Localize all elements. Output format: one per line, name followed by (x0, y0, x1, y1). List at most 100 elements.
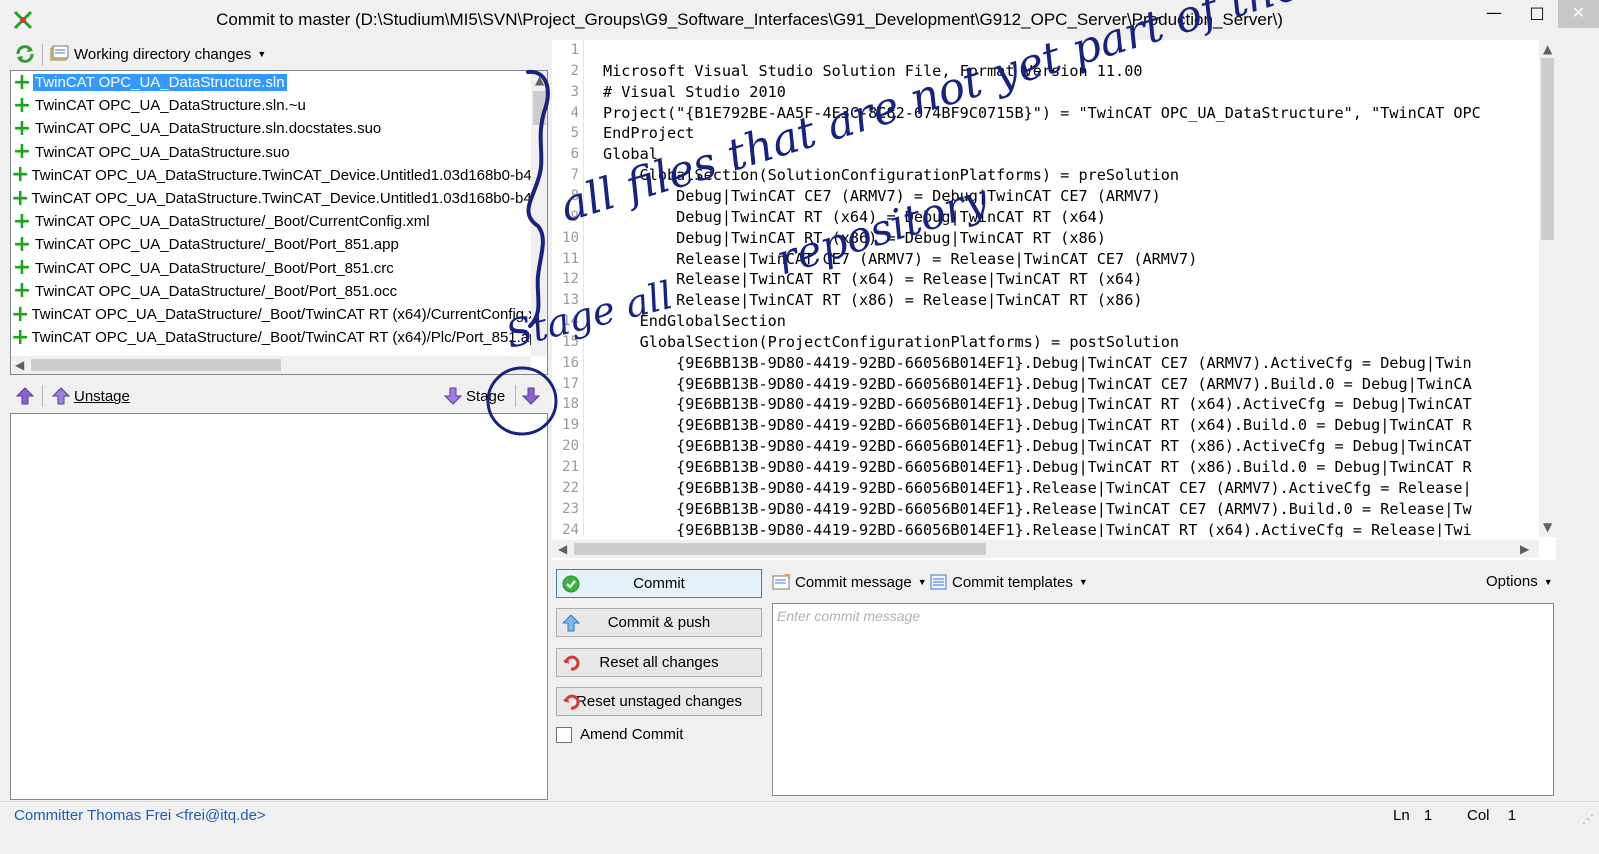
file-name: TwinCAT OPC_UA_DataStructure.sln.~u (35, 97, 306, 115)
line-number: 10 (562, 229, 579, 246)
reset-unstaged-button[interactable]: Reset unstaged changes (556, 687, 762, 716)
scrollbar-thumb[interactable] (574, 543, 986, 555)
unstage-button[interactable]: Unstage (52, 385, 130, 407)
column-indicator: Col 1 (1467, 807, 1516, 824)
file-list-item[interactable]: + TwinCAT OPC_UA_DataStructure.suo (11, 141, 531, 164)
file-list-item[interactable]: + TwinCAT OPC_UA_DataStructure/_Boot/Port… (11, 257, 531, 280)
line-number: 12 (562, 271, 579, 288)
line-indicator: Ln 1 (1393, 807, 1432, 824)
commit-push-button[interactable]: Commit & push (556, 608, 762, 637)
editor-horizontal-scrollbar[interactable]: ◀ ▶ (552, 540, 1539, 558)
added-file-icon: + (12, 140, 32, 164)
code-line: GlobalSection(SolutionConfigurationPlatf… (603, 166, 1180, 185)
resize-grip-icon[interactable]: ⋰ (1582, 812, 1594, 826)
unstage-arrow-up-icon (52, 387, 70, 405)
unstaged-horizontal-scrollbar[interactable]: ◀ (11, 356, 531, 374)
line-number: 18 (562, 396, 579, 413)
file-name: TwinCAT OPC_UA_DataStructure.suo (35, 143, 290, 161)
added-file-icon: + (12, 210, 32, 234)
reset-icon (563, 694, 580, 710)
file-list-item[interactable]: + TwinCAT OPC_UA_DataStructure.sln.docsta… (11, 117, 531, 140)
committer-link[interactable]: Committer Thomas Frei <frei@itq.de> (14, 807, 266, 824)
added-file-icon: + (12, 233, 32, 257)
minimize-button[interactable]: — (1472, 0, 1516, 28)
working-directory-label: Working directory changes (74, 45, 252, 63)
working-directory-icon (50, 45, 69, 61)
commit-message-dropdown[interactable]: Commit message ▼ (772, 573, 927, 591)
scrollbar-thumb[interactable] (31, 359, 281, 371)
file-list-item[interactable]: + TwinCAT OPC_UA_DataStructure.sln (11, 71, 531, 94)
file-list-item[interactable]: + TwinCAT OPC_UA_DataStructure/_Boot/Port… (11, 280, 531, 303)
stage-button[interactable]: Stage (444, 385, 505, 407)
stage-all-button[interactable] (522, 385, 540, 407)
line-number: 22 (562, 479, 579, 496)
scroll-left-icon[interactable]: ◀ (15, 358, 24, 372)
line-number: 9 (570, 208, 579, 225)
amend-commit-checkbox[interactable]: Amend Commit (556, 726, 683, 743)
added-file-icon: + (11, 187, 30, 210)
amend-commit-label: Amend Commit (580, 726, 684, 743)
unstaged-toolbar: Working directory changes ▼ (10, 40, 556, 68)
checkbox-box[interactable] (556, 726, 572, 743)
chevron-down-icon: ▼ (1078, 577, 1088, 587)
toolbar-separator (515, 385, 516, 407)
commit-button[interactable]: Commit (556, 569, 762, 598)
chevron-down-icon: ▼ (917, 577, 927, 587)
line-number: 8 (570, 187, 579, 204)
line-number: 6 (570, 146, 579, 163)
code-view[interactable]: Microsoft Visual Studio Solution File, F… (585, 40, 1539, 537)
code-line: Global (603, 145, 658, 164)
file-name: TwinCAT OPC_UA_DataStructure/_Boot/Curre… (35, 213, 430, 231)
reset-all-label: Reset all changes (599, 654, 719, 671)
refresh-icon (16, 45, 34, 63)
scroll-up-icon[interactable]: ▲ (535, 73, 544, 87)
line-number: 24 (562, 521, 579, 538)
file-name: TwinCAT OPC_UA_DataStructure.sln.docstat… (35, 120, 382, 138)
line-number: 11 (562, 250, 579, 267)
commit-message-input[interactable]: Enter commit message (772, 603, 1554, 796)
file-list-item[interactable]: + TwinCAT OPC_UA_DataStructure.TwinCAT_De… (11, 164, 531, 187)
scrollbar-thumb[interactable] (1541, 58, 1554, 240)
unstaged-file-list[interactable]: + TwinCAT OPC_UA_DataStructure/_Boot/Twin… (10, 70, 548, 375)
scrollbar-thumb[interactable] (533, 91, 546, 125)
unstage-all-arrow-up-icon (16, 387, 34, 405)
editor-vertical-scrollbar[interactable]: ▲ ▼ (1539, 40, 1556, 537)
commit-message-label: Commit message (795, 573, 912, 591)
code-line: GlobalSection(ProjectConfigurationPlatfo… (603, 332, 1180, 351)
file-preview-editor[interactable]: 1 2 3 4 5 6 7 8 9 10 11 12 13 14 15 16 17 18 19 20 21 22 23 24 … (552, 40, 1556, 560)
code-line: Release|TwinCAT RT (x64) = Release|TwinC… (603, 270, 1143, 289)
line-number: 13 (562, 292, 579, 309)
file-name: TwinCAT OPC_UA_DataStructure/_Boot/TwinC… (31, 306, 531, 323)
staged-file-list[interactable] (10, 413, 548, 800)
code-line: {9E6BB13B-9D80-4419-92BD-66056B014EF1}.D… (603, 437, 1472, 456)
scroll-right-icon[interactable]: ▶ (1520, 542, 1529, 556)
working-directory-dropdown[interactable]: Working directory changes ▼ (50, 43, 266, 65)
line-number: 15 (562, 333, 579, 350)
commit-message-icon (772, 574, 790, 590)
file-list-item[interactable]: + TwinCAT OPC_UA_DataStructure/_Boot/Twin… (11, 303, 531, 326)
unstage-all-button[interactable] (16, 385, 34, 407)
scroll-down-icon[interactable]: ▼ (1543, 520, 1552, 534)
code-line: {9E6BB13B-9D80-4419-92BD-66056B014EF1}.D… (603, 353, 1472, 372)
file-list-item[interactable]: + TwinCAT OPC_UA_DataStructure/_Boot/Port… (11, 233, 531, 256)
options-dropdown[interactable]: Options ▼ (1486, 573, 1553, 590)
window-title: Commit to master (D:\Studium\MI5\SVN\Pro… (216, 10, 1283, 29)
line-number: 20 (562, 438, 579, 455)
file-list-item[interactable]: + TwinCAT OPC_UA_DataStructure.sln.~u (11, 94, 531, 117)
file-list-item[interactable]: + TwinCAT OPC_UA_DataStructure/_Boot/Curr… (11, 210, 531, 233)
refresh-button[interactable] (14, 43, 36, 65)
line-number: 5 (570, 125, 579, 142)
maximize-button[interactable]: □ (1515, 0, 1559, 28)
commit-templates-dropdown[interactable]: Commit templates ▼ (929, 573, 1088, 591)
close-button[interactable]: ✕ (1558, 0, 1599, 28)
code-line: Release|TwinCAT RT (x86) = Release|TwinC… (603, 291, 1143, 310)
line-number: 3 (570, 83, 579, 100)
added-file-icon: + (11, 303, 30, 326)
scroll-up-icon[interactable]: ▲ (1543, 42, 1552, 56)
unstaged-vertical-scrollbar[interactable]: ▲ (531, 71, 547, 356)
reset-all-button[interactable]: Reset all changes (556, 648, 762, 677)
file-list-item[interactable]: + TwinCAT OPC_UA_DataStructure/_Boot/Twin… (11, 326, 531, 349)
scroll-left-icon[interactable]: ◀ (558, 542, 567, 556)
code-line: Release|TwinCAT CE7 (ARMV7) = Release|Tw… (603, 249, 1198, 268)
file-list-item[interactable]: + TwinCAT OPC_UA_DataStructure.TwinCAT_De… (11, 187, 531, 210)
